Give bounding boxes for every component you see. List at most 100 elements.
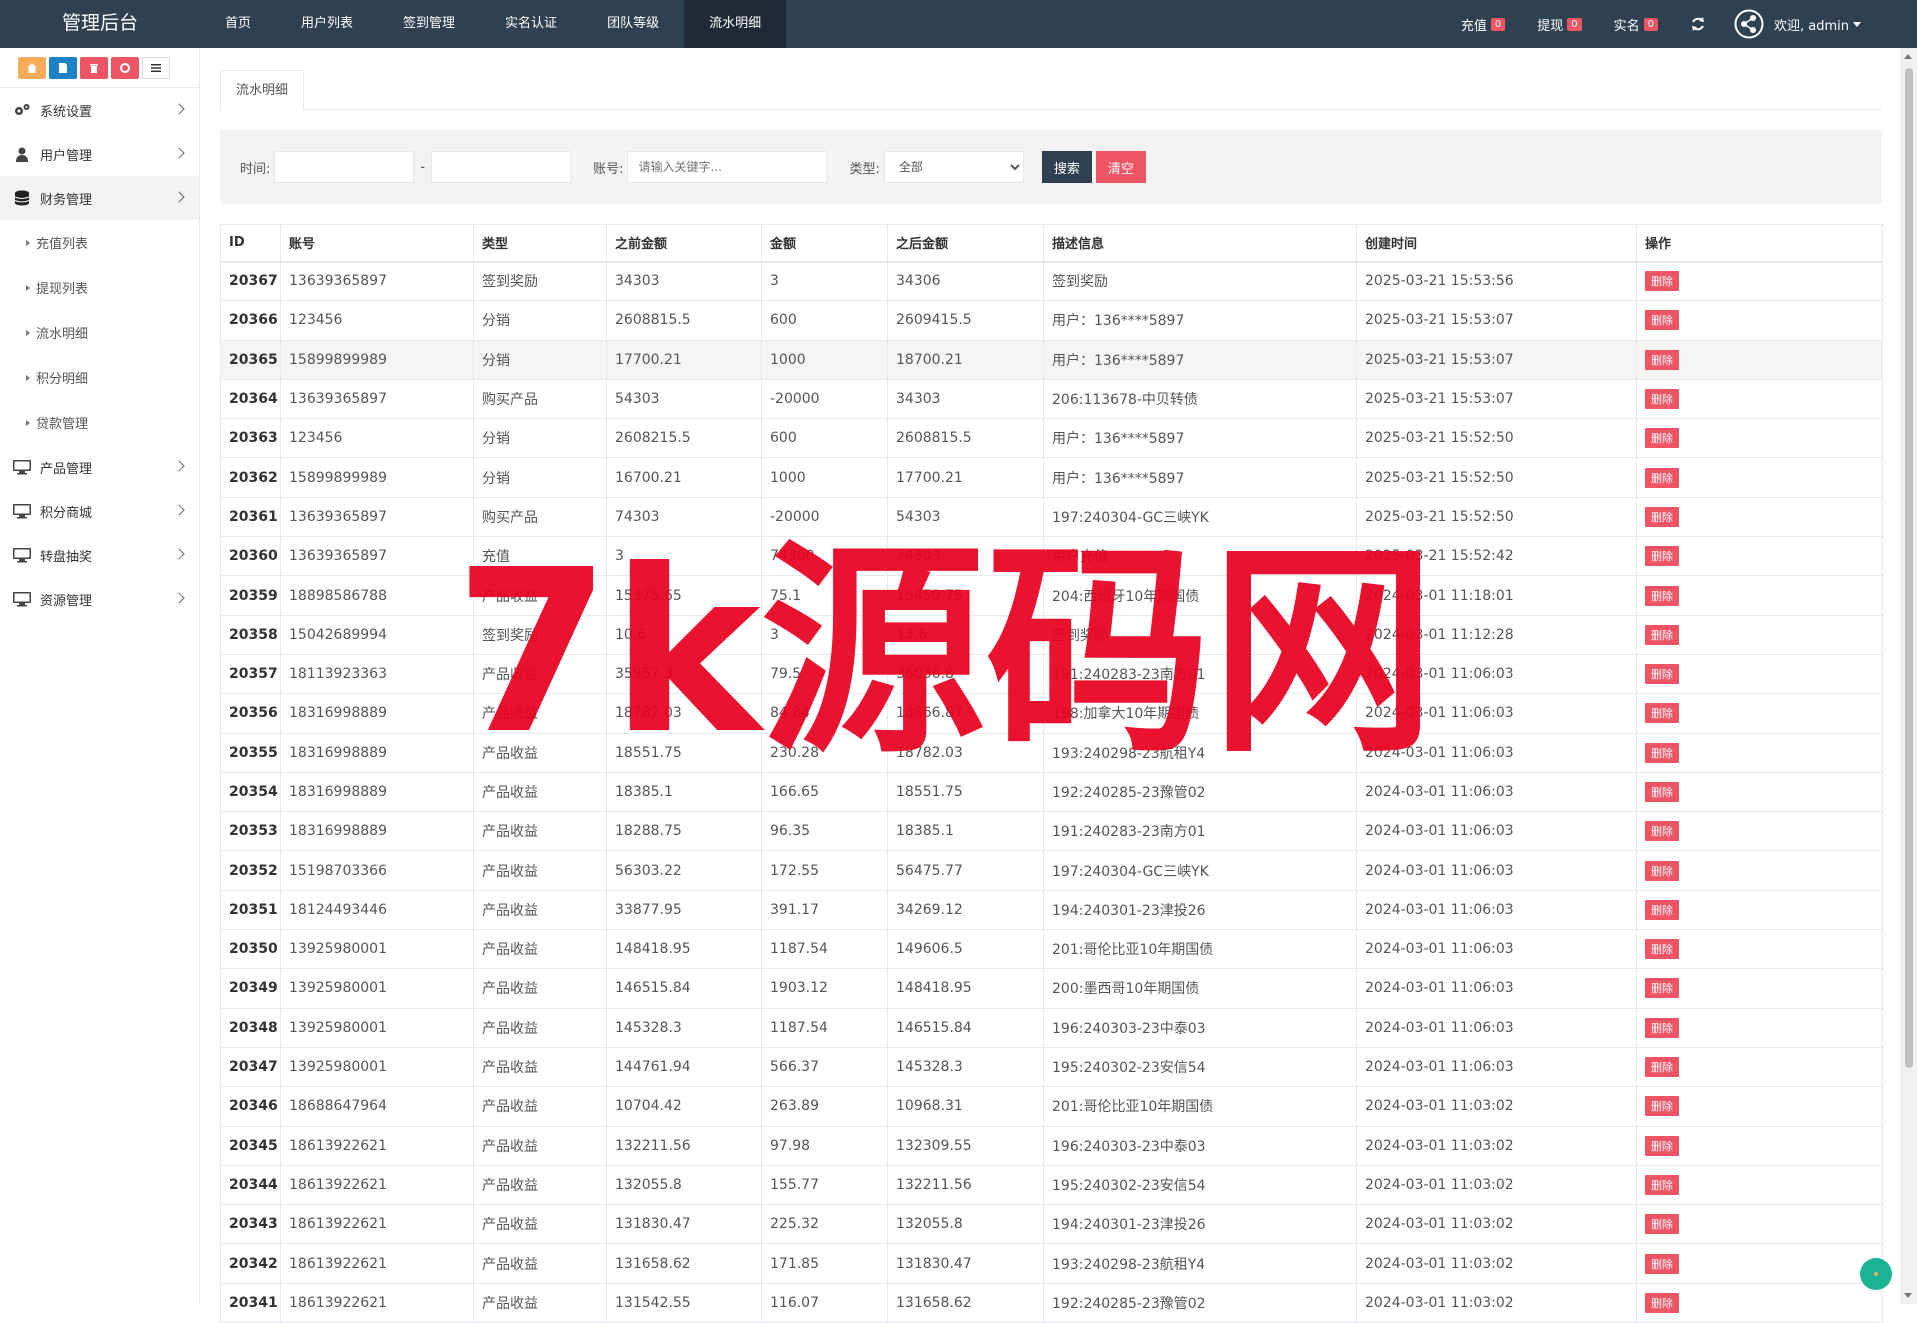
cell-amount: 97.98 <box>761 1125 888 1166</box>
delete-button[interactable]: 删除 <box>1645 389 1679 410</box>
nav-home[interactable]: 首页 <box>200 0 276 48</box>
table-row: 20344 18613922621 产品收益 132055.8 155.77 132211… <box>220 1164 1883 1206</box>
cell-type: 产品收益 <box>473 1204 607 1245</box>
recharge-link[interactable]: 充值 0 <box>1460 15 1506 34</box>
cell-description: 签到奖励 <box>1043 260 1357 302</box>
delete-button[interactable]: 删除 <box>1645 1135 1679 1156</box>
cell-before-amount: 144761.94 <box>606 1046 762 1088</box>
delete-button[interactable]: 删除 <box>1645 546 1679 567</box>
file-icon <box>59 62 67 73</box>
col-header-amount[interactable]: 金额 <box>761 224 888 263</box>
cell-description: 201:哥伦比亚10年期国债 <box>1043 1086 1357 1127</box>
delete-button[interactable]: 删除 <box>1645 860 1679 881</box>
nav-realname[interactable]: 实名认证 <box>480 0 582 48</box>
delete-button[interactable]: 删除 <box>1645 624 1679 645</box>
delete-button[interactable]: 删除 <box>1645 703 1679 724</box>
menu-resource-management[interactable]: 资源管理 <box>0 577 199 621</box>
scroll-up-arrow-icon[interactable] <box>1904 54 1912 59</box>
recycle-quick-button[interactable] <box>111 56 139 79</box>
col-header-id[interactable]: ID <box>220 224 281 263</box>
table-row: 20348 13925980001 产品收益 145328.3 1187.54 14651… <box>220 1007 1883 1048</box>
menu-product-management[interactable]: 产品管理 <box>0 445 199 489</box>
delete-button[interactable]: 删除 <box>1645 1214 1679 1235</box>
search-button[interactable]: 搜索 <box>1041 151 1092 183</box>
trash-quick-button[interactable] <box>80 56 108 79</box>
submenu-label: 贷款管理 <box>36 417 89 432</box>
refresh-icon[interactable] <box>1690 16 1706 32</box>
menu-user-management[interactable]: 用户管理 <box>0 132 199 176</box>
submenu-points-detail[interactable]: 积分明细 <box>0 355 199 400</box>
col-header-description[interactable]: 描述信息 <box>1043 224 1357 263</box>
delete-button[interactable]: 删除 <box>1645 1096 1679 1117</box>
cell-type: 分销 <box>473 300 607 341</box>
cell-before-amount: 35957.3 <box>606 653 762 695</box>
scroll-down-arrow-icon[interactable] <box>1904 1293 1912 1298</box>
cell-id: 20356 <box>220 693 281 734</box>
delete-button[interactable]: 删除 <box>1645 506 1679 527</box>
doc-quick-button[interactable] <box>49 56 77 79</box>
delete-button[interactable]: 删除 <box>1645 271 1679 292</box>
clear-button[interactable]: 清空 <box>1095 151 1146 183</box>
col-header-account[interactable]: 账号 <box>280 224 474 263</box>
cell-description: 用户：136****5897 <box>1043 418 1357 459</box>
submenu-loan-management[interactable]: 贷款管理 <box>0 400 199 445</box>
tab-transactions[interactable]: 流水明细 <box>220 70 305 111</box>
type-select[interactable]: 全部 <box>883 151 1024 183</box>
scrollbar-thumb[interactable] <box>1905 68 1913 1068</box>
delete-button[interactable]: 删除 <box>1645 1174 1679 1195</box>
list-quick-button[interactable] <box>142 56 170 79</box>
brand-title[interactable]: 管理后台 <box>0 0 200 48</box>
home-quick-button[interactable] <box>18 56 46 79</box>
submenu-transactions[interactable]: 流水明细 <box>0 310 199 355</box>
quick-buttons <box>0 48 199 88</box>
col-header-created-time[interactable]: 创建时间 <box>1356 224 1637 263</box>
delete-button[interactable]: 删除 <box>1645 899 1679 920</box>
col-header-after-amount[interactable]: 之后金额 <box>887 224 1044 263</box>
delete-button[interactable]: 删除 <box>1645 428 1679 449</box>
floating-action-button[interactable] <box>1860 1258 1892 1290</box>
delete-button[interactable]: 删除 <box>1645 349 1679 370</box>
withdraw-link[interactable]: 提现 0 <box>1537 15 1582 34</box>
nav-signin[interactable]: 签到管理 <box>378 0 480 48</box>
delete-button[interactable]: 删除 <box>1645 664 1679 685</box>
delete-button[interactable]: 删除 <box>1645 585 1679 606</box>
submenu-recharge-list[interactable]: 充值列表 <box>0 220 199 265</box>
menu-system-settings[interactable]: 系统设置 <box>0 88 199 132</box>
end-date-input[interactable] <box>431 151 572 183</box>
cell-created-time: 2024-03-01 11:03:02 <box>1356 1282 1637 1323</box>
cell-after-amount: 132055.8 <box>887 1204 1044 1245</box>
nav-user-list[interactable]: 用户列表 <box>276 0 378 48</box>
page-scrollbar[interactable] <box>1900 48 1917 1304</box>
user-menu[interactable]: 欢迎, admin <box>1734 9 1861 39</box>
delete-button[interactable]: 删除 <box>1645 1057 1679 1078</box>
realname-link[interactable]: 实名 0 <box>1614 15 1658 34</box>
col-header-type[interactable]: 类型 <box>473 224 607 263</box>
nav-transactions[interactable]: 流水明细 <box>684 0 787 48</box>
account-search-input[interactable] <box>627 151 828 183</box>
delete-button[interactable]: 删除 <box>1645 467 1679 488</box>
delete-button[interactable]: 删除 <box>1645 310 1679 331</box>
cell-account: 18613922621 <box>280 1125 474 1166</box>
delete-button[interactable]: 删除 <box>1645 782 1679 802</box>
cell-after-amount: 34306 <box>887 260 1044 302</box>
cell-account: 18688647964 <box>280 1086 474 1127</box>
menu-lottery-wheel[interactable]: 转盘抽奖 <box>0 533 199 577</box>
cell-description: 194:240301-23津投26 <box>1043 889 1357 931</box>
delete-button[interactable]: 删除 <box>1645 1253 1679 1274</box>
delete-button[interactable]: 删除 <box>1645 1017 1679 1038</box>
start-date-input[interactable] <box>274 151 415 183</box>
nav-team-level[interactable]: 团队等级 <box>582 0 684 48</box>
delete-button[interactable]: 删除 <box>1645 1292 1679 1313</box>
delete-button[interactable]: 删除 <box>1645 821 1679 842</box>
menu-label: 积分商城 <box>40 505 93 521</box>
cell-created-time: 2024-03-01 11:06:03 <box>1356 1007 1637 1048</box>
menu-points-mall[interactable]: 积分商城 <box>0 489 199 533</box>
delete-button[interactable]: 删除 <box>1645 939 1679 960</box>
delete-button[interactable]: 删除 <box>1645 978 1679 999</box>
menu-finance-management[interactable]: 财务管理 <box>0 176 199 220</box>
col-header-before-amount[interactable]: 之前金额 <box>606 224 762 263</box>
recharge-label: 充值 <box>1460 18 1487 34</box>
cell-created-time: 2024-03-01 11:03:02 <box>1356 1164 1637 1206</box>
delete-button[interactable]: 删除 <box>1645 742 1679 763</box>
submenu-withdraw-list[interactable]: 提现列表 <box>0 265 199 310</box>
